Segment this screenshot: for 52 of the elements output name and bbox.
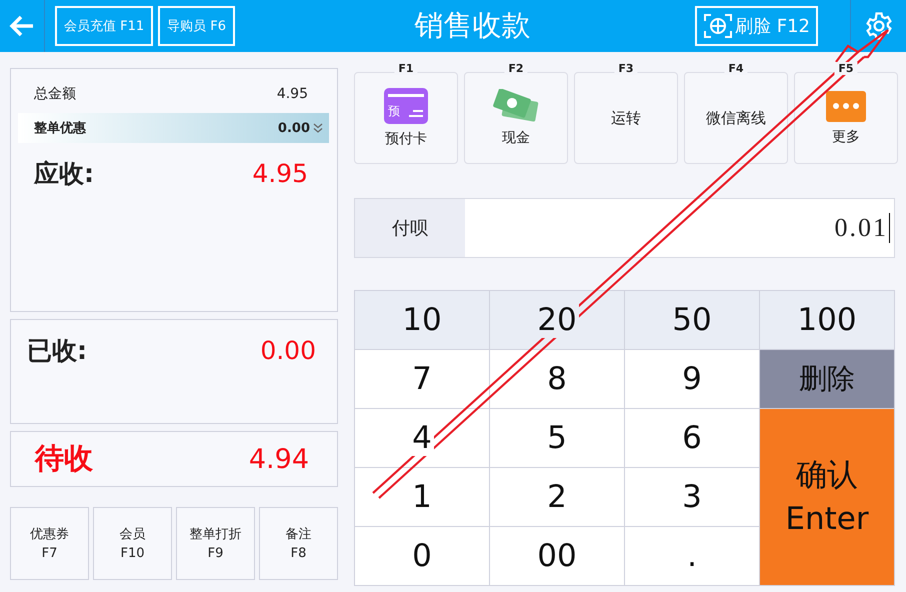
receivable-amount: 4.95 <box>252 158 308 188</box>
action-button[interactable]: 会员 F10 <box>93 507 172 580</box>
keypad-key[interactable]: 0 <box>355 527 490 586</box>
keypad-key[interactable]: 8 <box>490 350 625 409</box>
payment-method-button[interactable]: 运转 <box>574 72 678 164</box>
keypad-key[interactable]: 3 <box>625 468 760 527</box>
received-label: 已收: <box>27 334 87 366</box>
shortcut-key: F2 <box>504 62 528 75</box>
keypad-key[interactable]: 50 <box>625 291 760 350</box>
confirm-button[interactable]: 确认 Enter <box>760 409 895 586</box>
shortcut-key: F3 <box>614 62 638 75</box>
more-icon <box>826 90 866 122</box>
pending-amount: 4.94 <box>248 444 309 474</box>
receivable-label: 应收: <box>34 158 94 190</box>
keypad-key[interactable]: 100 <box>760 291 895 350</box>
payment-method-button[interactable]: 现金 <box>464 72 568 164</box>
discount-amount: 0.00 <box>278 120 310 136</box>
keypad-key[interactable]: 6 <box>625 409 760 468</box>
payment-method-button[interactable]: 更多 <box>794 72 898 164</box>
payment-method-button[interactable]: 微信离线 <box>684 72 788 164</box>
keypad-key[interactable]: 7 <box>355 350 490 409</box>
keypad-key[interactable]: 5 <box>490 409 625 468</box>
keypad-key[interactable]: 10 <box>355 291 490 350</box>
discount-label: 整单优惠 <box>34 120 86 137</box>
keypad-key[interactable]: 4 <box>355 409 490 468</box>
banknotes-icon <box>491 89 541 123</box>
action-button[interactable]: 整单打折 F9 <box>176 507 255 580</box>
keypad-key[interactable]: 20 <box>490 291 625 350</box>
discount-bar[interactable]: 整单优惠 0.00 <box>18 113 329 143</box>
face-scan-icon <box>703 13 734 39</box>
window-title: 销售收款 <box>414 7 532 44</box>
shortcut-key: F4 <box>724 62 748 75</box>
shortcut-key: F5 <box>834 62 858 75</box>
payment-method-button[interactable]: 预 预付卡 <box>354 72 458 164</box>
settings-icon <box>864 11 894 41</box>
total-amount: 4.95 <box>276 86 308 102</box>
received-amount: 0.00 <box>260 336 316 364</box>
double-chevron-icon <box>313 123 323 133</box>
action-button[interactable]: 备注 F8 <box>259 507 338 580</box>
keypad-key[interactable]: 00 <box>490 527 625 586</box>
payment-amount-field[interactable]: 付呗 0.01 <box>354 198 895 258</box>
keypad-key[interactable]: 2 <box>490 468 625 527</box>
keypad-key[interactable]: 9 <box>625 350 760 409</box>
total-label: 总金额 <box>34 85 76 103</box>
shortcut-key: F1 <box>394 62 418 75</box>
card-icon: 预 <box>384 88 428 124</box>
pending-label: 待收 <box>35 440 93 477</box>
back-arrow-icon <box>9 15 35 37</box>
keypad-key[interactable]: 1 <box>355 468 490 527</box>
delete-button[interactable]: 删除 <box>760 350 895 409</box>
keypad-key[interactable]: . <box>625 527 760 586</box>
action-button[interactable]: 优惠券 F7 <box>10 507 89 580</box>
